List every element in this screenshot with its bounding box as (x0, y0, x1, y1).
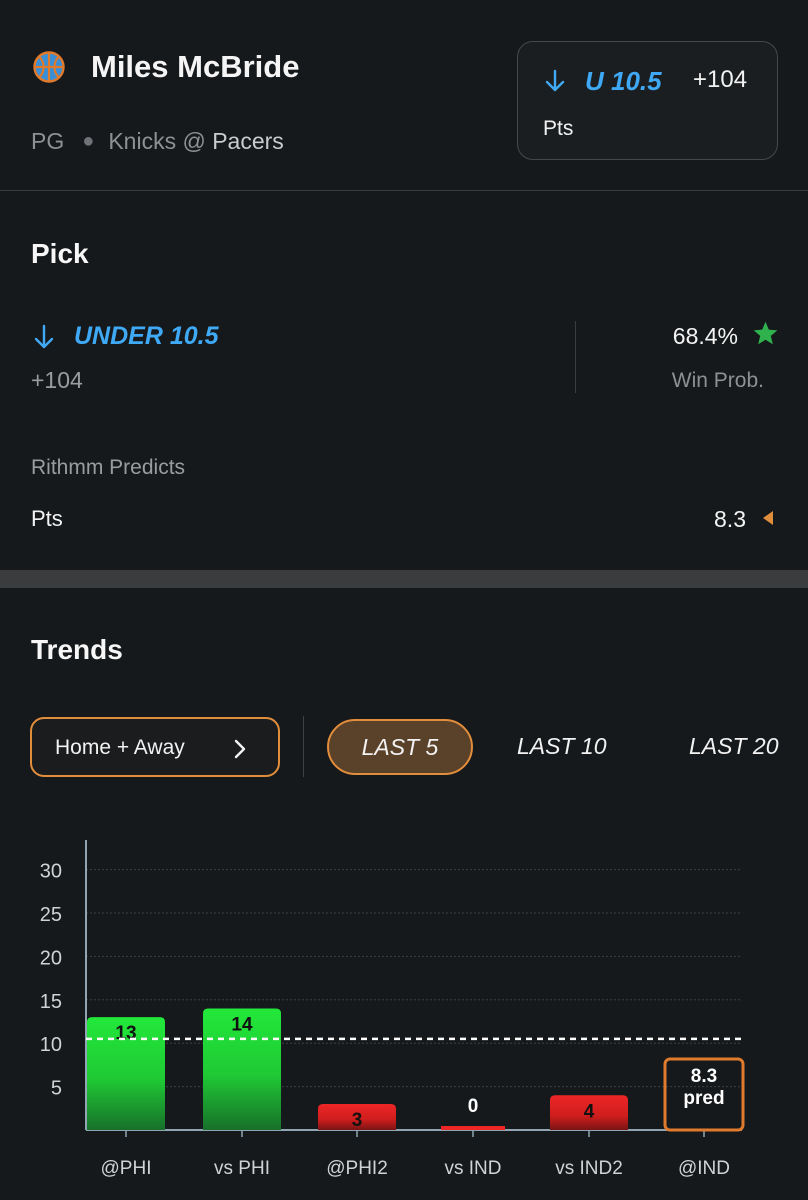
pick-title: Pick (31, 238, 89, 269)
triangle-left-icon (763, 511, 773, 525)
filter-label: Home + Away (55, 736, 185, 759)
predicted-value: 8.3 (714, 506, 746, 532)
bar-value-label: 13 (115, 1023, 136, 1044)
home-away-filter-button[interactable]: Home + Away (30, 717, 280, 777)
basketball-icon (33, 51, 65, 83)
separator-dot: ● (82, 130, 95, 152)
home-team: Pacers (212, 128, 284, 154)
prediction-value-label: 8.3 (691, 1066, 717, 1087)
bar-value-label: 3 (352, 1110, 363, 1131)
chevron-right-icon (234, 739, 246, 759)
filter-divider (303, 716, 304, 777)
player-meta: PG ● Knicks @ Pacers (31, 128, 284, 155)
pick-odds: +104 (31, 367, 83, 393)
y-tick-label: 10 (40, 1034, 62, 1056)
x-tick-label: vs IND2 (555, 1158, 623, 1179)
x-tick-label: @IND (678, 1158, 730, 1179)
win-prob-label: Win Prob. (671, 369, 764, 392)
player-name: Miles McBride (91, 49, 300, 84)
bet-line: U 10.5 (585, 66, 662, 96)
tab-last-10[interactable]: LAST 10 (517, 733, 607, 760)
player-position: PG (31, 128, 65, 154)
player-header: Miles McBride PG ● Knicks @ Pacers U 10.5 … (0, 0, 808, 191)
x-tick-label: @PHI (101, 1158, 152, 1179)
y-tick-label: 30 (40, 861, 62, 883)
x-tick-label: @PHI2 (326, 1158, 388, 1179)
bet-odds: +104 (693, 66, 748, 93)
trends-title: Trends (31, 634, 123, 665)
at-symbol: @ (182, 128, 206, 154)
pick-divider (575, 321, 576, 393)
x-tick-label: vs PHI (214, 1158, 270, 1179)
away-team: Knicks (108, 128, 177, 154)
y-tick-label: 20 (40, 947, 62, 969)
win-probability: 68.4% (672, 323, 738, 349)
y-tick-label: 25 (40, 904, 62, 926)
predicts-label: Rithmm Predicts (31, 456, 186, 479)
tab-last-5[interactable]: LAST 5 (327, 719, 473, 775)
bar-value-label: 0 (468, 1096, 479, 1117)
star-icon (753, 321, 778, 345)
section-divider (0, 570, 808, 588)
bet-chip[interactable]: U 10.5 +104 Pts (517, 41, 778, 160)
bar-value-label: 14 (231, 1014, 253, 1035)
tab-last-20[interactable]: LAST 20 (689, 733, 779, 760)
predicted-stat: Pts (31, 506, 63, 531)
bar (441, 1126, 505, 1130)
pick-line: UNDER 10.5 (74, 322, 219, 350)
trends-bar-chart: 51015202530@PHI vs PHI @PHI2 vs IND vs IND2 @… (40, 840, 745, 1179)
x-tick-label: vs IND (445, 1158, 502, 1179)
bar-value-label: 4 (584, 1101, 595, 1122)
bet-stat: Pts (543, 117, 574, 140)
arrow-down-icon (34, 324, 54, 349)
prediction-sublabel: pred (683, 1088, 724, 1109)
arrow-down-icon (545, 69, 565, 92)
y-tick-label: 15 (40, 991, 62, 1013)
y-tick-label: 5 (51, 1078, 62, 1100)
